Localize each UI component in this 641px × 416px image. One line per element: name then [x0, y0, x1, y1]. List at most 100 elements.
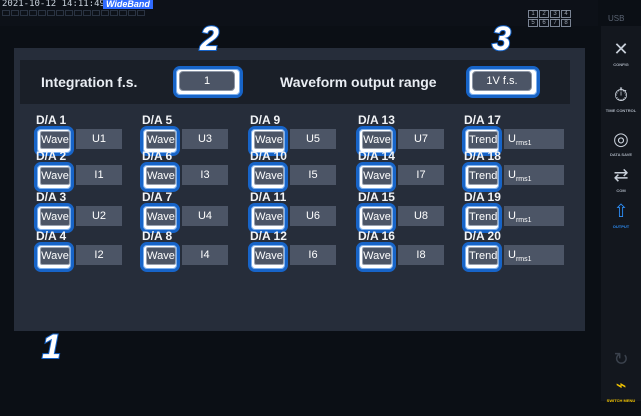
settings-row: Integration f.s. 1 Waveform output range… [20, 60, 570, 104]
wiring-indicator: 1 2 3 4 5 6 7 8 [528, 10, 571, 27]
output-mode-button[interactable]: Wave [254, 167, 284, 185]
menu-time-control[interactable]: ⏱ TIME CONTROL [601, 80, 641, 126]
signal-subscript: rms1 [515, 256, 532, 264]
integration-fs-field[interactable]: 1 [179, 71, 235, 91]
output-signal-field[interactable]: I1 [76, 165, 122, 185]
da-channel-name: D/A 5 [142, 113, 173, 127]
wiring-5: 5 [528, 19, 538, 27]
usb-indicator: USB [608, 14, 625, 23]
output-signal-field[interactable]: U6 [290, 206, 336, 226]
mode-badge: WideBand [103, 0, 153, 9]
output-mode-button[interactable]: Wave [40, 167, 70, 185]
menu-sidebar: ✕ CONFIG ⏱ TIME CONTROL ◎ DATA SAVE ⇄ CO… [601, 26, 641, 403]
output-signal-field[interactable]: I5 [290, 165, 336, 185]
signal-main: U [508, 210, 516, 222]
disabled-icon: ↻ [613, 349, 629, 370]
da-channel-name: D/A 6 [142, 149, 173, 163]
switch-icon: ⌁ [615, 375, 627, 396]
transfer-icon: ⇄ [613, 165, 629, 186]
da-channel-name: D/A 15 [358, 190, 395, 204]
output-signal-field[interactable]: I6 [290, 245, 336, 265]
output-signal-field[interactable]: Urms1 [504, 165, 564, 185]
output-mode-button[interactable]: Wave [254, 247, 284, 265]
da-channel: D/A 15 Wave U8 [356, 190, 460, 234]
da-channel: D/A 10 Wave I5 [248, 149, 352, 193]
output-mode-button[interactable]: Wave [40, 208, 70, 226]
menu-switch[interactable]: ⌁ SWITCH MENU [601, 370, 641, 416]
output-mode-button[interactable]: Trend [468, 208, 498, 226]
output-signal-field[interactable]: Urms1 [504, 245, 564, 265]
output-signal-field[interactable]: U3 [182, 129, 228, 149]
da-channel: D/A 11 Wave U6 [248, 190, 352, 234]
output-signal-field[interactable]: U5 [290, 129, 336, 149]
output-signal-field[interactable]: U2 [76, 206, 122, 226]
output-signal-field[interactable]: I3 [182, 165, 228, 185]
da-channel: D/A 6 Wave I3 [140, 149, 244, 193]
output-mode-button[interactable]: Wave [254, 131, 284, 149]
da-channel: D/A 12 Wave I6 [248, 229, 352, 273]
wiring-1: 1 [528, 10, 538, 18]
da-channel-name: D/A 14 [358, 149, 395, 163]
wiring-4: 4 [561, 10, 571, 18]
output-signal-field[interactable]: U7 [398, 129, 444, 149]
output-mode-button[interactable]: Wave [40, 247, 70, 265]
disk-icon: ◎ [613, 129, 629, 150]
output-mode-button[interactable]: Trend [468, 247, 498, 265]
output-mode-button[interactable]: Wave [362, 131, 392, 149]
output-mode-button[interactable]: Wave [146, 167, 176, 185]
menu-output[interactable]: ⇧ OUTPUT [601, 196, 641, 242]
output-mode-button[interactable]: Wave [146, 208, 176, 226]
da-channel-name: D/A 9 [250, 113, 281, 127]
da-channel-name: D/A 7 [142, 190, 173, 204]
signal-subscript: rms1 [515, 176, 532, 184]
da-channel: D/A 20 Trend Urms1 [462, 229, 566, 273]
callout-2: 2 [199, 19, 220, 59]
da-channel-name: D/A 1 [36, 113, 67, 127]
da-channel-name: D/A 11 [250, 190, 287, 204]
menu-config[interactable]: ✕ CONFIG [601, 34, 641, 80]
output-signal-field[interactable]: I7 [398, 165, 444, 185]
da-channel: D/A 3 Wave U2 [34, 190, 138, 234]
waveform-range-field[interactable]: 1V f.s. [472, 71, 532, 91]
signal-main: U [508, 133, 516, 145]
output-mode-button[interactable]: Wave [362, 208, 392, 226]
output-signal-field[interactable]: U1 [76, 129, 122, 149]
output-mode-button[interactable]: Trend [468, 167, 498, 185]
da-channel-name: D/A 17 [464, 113, 501, 127]
wiring-7: 7 [550, 19, 560, 27]
output-signal-field[interactable]: Urms1 [504, 206, 564, 226]
wiring-8: 8 [561, 19, 571, 27]
output-signal-field[interactable]: Urms1 [504, 129, 564, 149]
signal-main: U [508, 249, 516, 261]
stopwatch-icon: ⏱ [613, 85, 629, 106]
da-channel: D/A 14 Wave I7 [356, 149, 460, 193]
output-mode-button[interactable]: Wave [254, 208, 284, 226]
wiring-6: 6 [539, 19, 549, 27]
da-channel: D/A 4 Wave I2 [34, 229, 138, 273]
signal-subscript: rms1 [515, 140, 532, 148]
da-channel: D/A 19 Trend Urms1 [462, 190, 566, 234]
integration-fs-label: Integration f.s. [41, 74, 138, 90]
da-channel-name: D/A 16 [358, 229, 395, 243]
timestamp: 2021-10-12 14:11:49 [2, 0, 105, 9]
output-mode-button[interactable]: Wave [40, 131, 70, 149]
da-channel-name: D/A 4 [36, 229, 67, 243]
output-mode-button[interactable]: Wave [146, 247, 176, 265]
output-signal-field[interactable]: U4 [182, 206, 228, 226]
output-signal-field[interactable]: I8 [398, 245, 444, 265]
output-signal-field[interactable]: I2 [76, 245, 122, 265]
da-channel-name: D/A 19 [464, 190, 501, 204]
da-channel-name: D/A 13 [358, 113, 395, 127]
output-mode-button[interactable]: Wave [146, 131, 176, 149]
signal-subscript: rms1 [515, 217, 532, 225]
output-signal-field[interactable]: U8 [398, 206, 444, 226]
da-channel: D/A 2 Wave I1 [34, 149, 138, 193]
callout-1: 1 [41, 327, 62, 367]
output-mode-button[interactable]: Wave [362, 167, 392, 185]
output-mode-button[interactable]: Trend [468, 131, 498, 149]
output-mode-button[interactable]: Wave [362, 247, 392, 265]
da-channel-name: D/A 3 [36, 190, 67, 204]
output-signal-field[interactable]: I4 [182, 245, 228, 265]
da-channel: D/A 8 Wave I4 [140, 229, 244, 273]
da-channel-name: D/A 20 [464, 229, 501, 243]
